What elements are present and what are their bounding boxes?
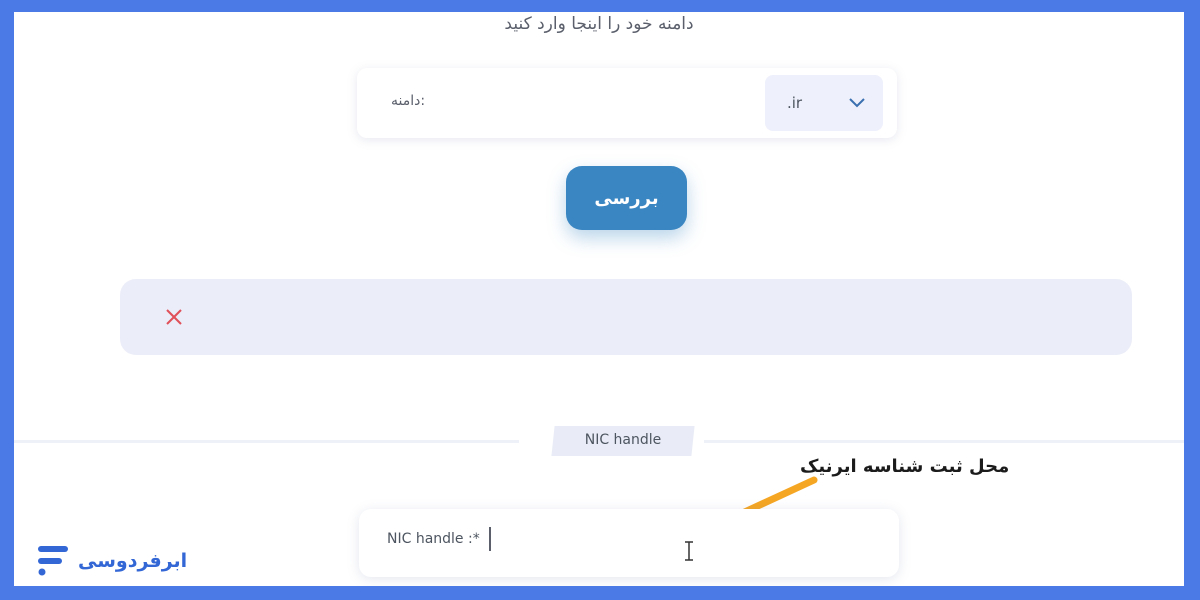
nic-handle-input[interactable] [499,527,803,557]
close-icon[interactable] [164,307,184,327]
tld-selected-value: .ir [787,94,803,112]
ibeam-cursor-icon [685,541,693,561]
nic-handle-label: NIC handle :* [387,531,480,547]
main-panel: دامنه خود را اینجا وارد کنید .ir :دامنه … [14,12,1184,586]
domain-field-label: :دامنه [391,93,426,109]
domain-input[interactable] [377,92,761,110]
nic-handle-field: NIC handle :* [359,509,899,577]
result-panel [120,279,1132,355]
domain-search-box: .ir [357,68,897,138]
brand-name: ابرفردوسی [78,550,188,572]
nic-section-title: NIC handle [584,432,662,448]
page-heading: دامنه خود را اینجا وارد کنید [504,14,694,34]
check-domain-button[interactable]: بررسی [566,166,687,230]
annotation-text: محل ثبت شناسه ایرنیک [800,456,1010,477]
text-cursor [489,527,491,551]
chevron-down-icon [849,98,865,108]
brand-logo: ابرفردوسی [36,544,187,578]
tld-select[interactable]: .ir [765,75,883,131]
section-divider-right [704,440,1184,443]
brand-logo-icon [38,546,68,576]
section-divider-left [14,440,519,443]
